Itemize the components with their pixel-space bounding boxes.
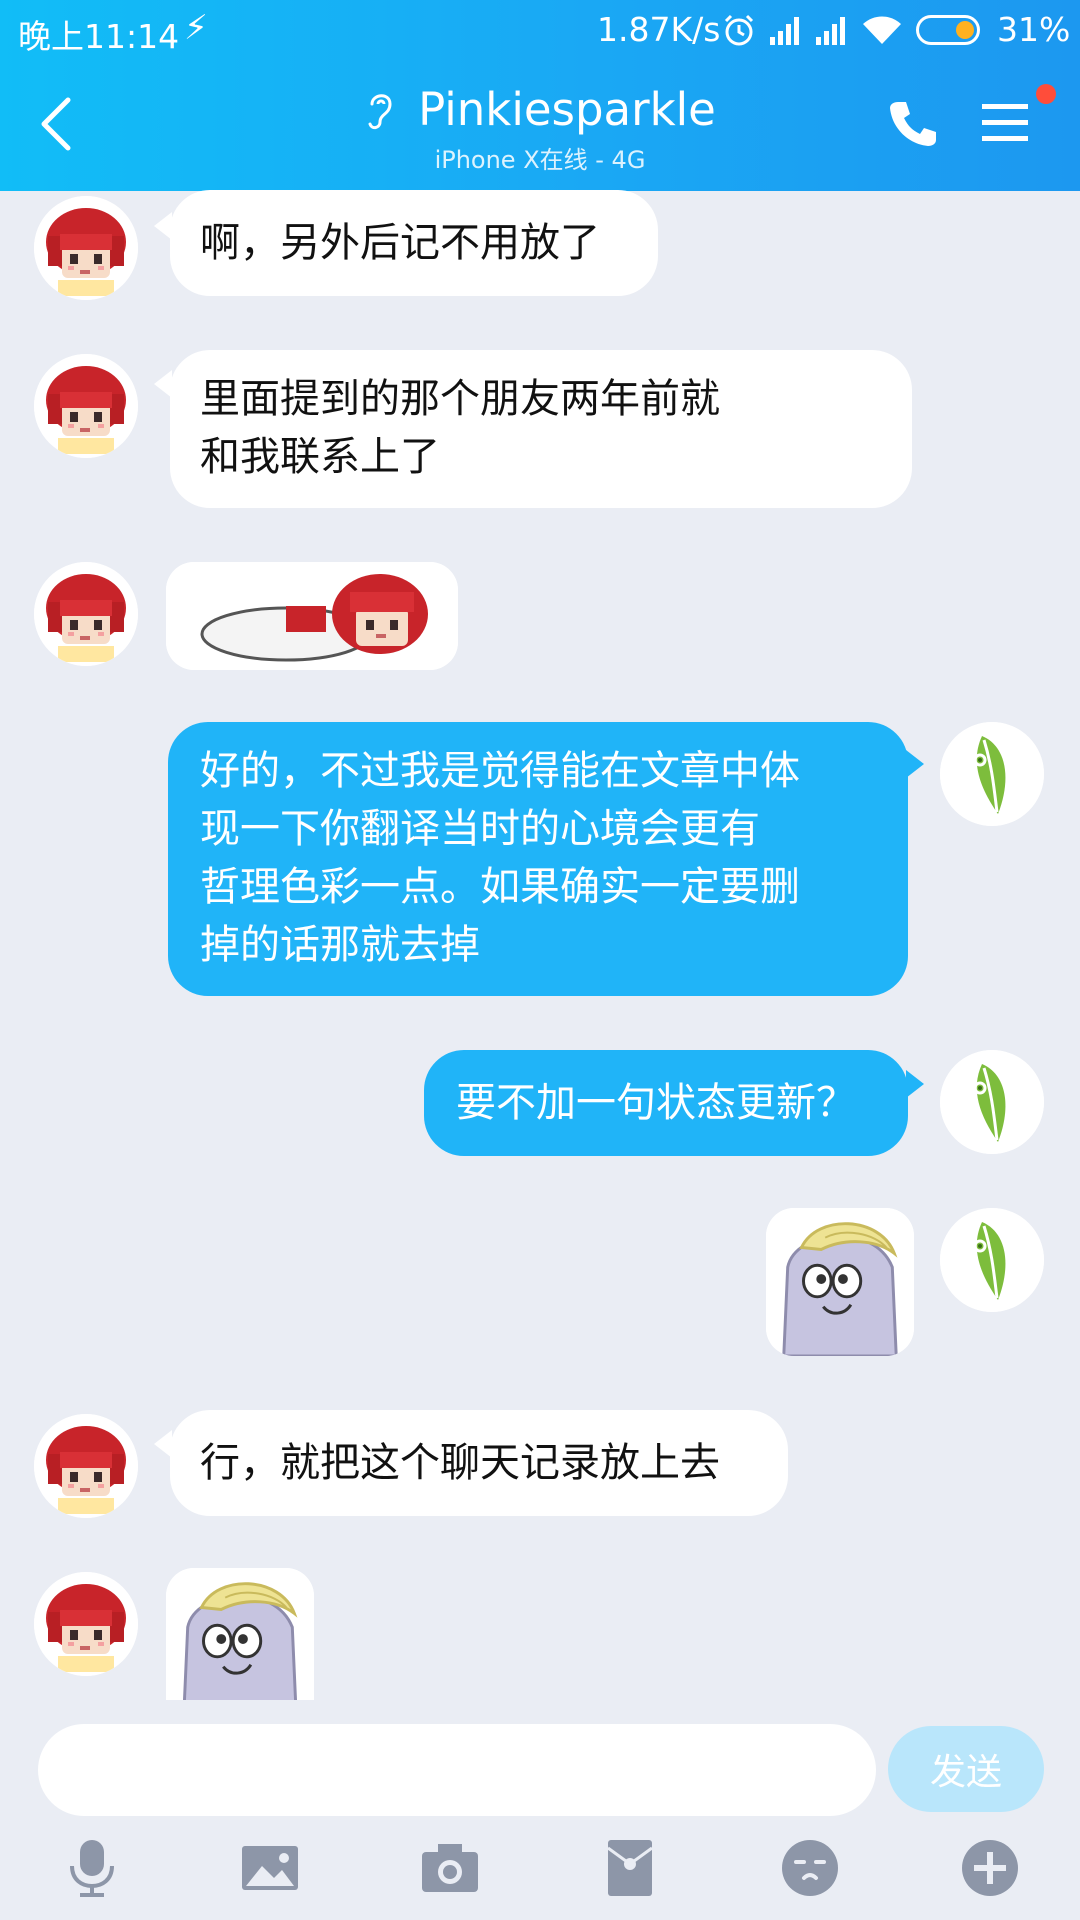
back-icon[interactable] <box>36 96 76 152</box>
emoji-icon[interactable] <box>780 1838 840 1898</box>
message-bubble[interactable]: 啊，另外后记不用放了 <box>170 190 658 296</box>
status-time: 晚上11:14 <box>18 17 180 56</box>
pony-face-sticker[interactable] <box>166 1568 314 1700</box>
battery-icon <box>916 15 980 45</box>
signal-icon <box>770 17 799 45</box>
battery-percent: 31% <box>997 10 1071 49</box>
contact-avatar[interactable] <box>34 196 138 300</box>
message-text: 要不加一句状态更新？ <box>456 1080 856 1126</box>
my-avatar[interactable] <box>940 722 1044 826</box>
message-text-line: 掉的话那就去掉 <box>200 922 480 968</box>
alarm-icon <box>724 14 754 46</box>
message-text: 啊，另外后记不用放了 <box>200 220 600 266</box>
contact-name: Pinkiesparkle <box>418 83 716 136</box>
message-bubble[interactable]: 要不加一句状态更新？ <box>424 1050 908 1156</box>
message-text-line: 好的，不过我是觉得能在文章中体 <box>200 748 800 794</box>
status-bar: 晚上11:14 ⚡ 1.87K/s 31% <box>0 0 1080 62</box>
plus-icon[interactable] <box>960 1838 1020 1898</box>
notification-badge <box>1036 84 1056 104</box>
message-input[interactable] <box>38 1724 876 1816</box>
contact-avatar[interactable] <box>34 354 138 458</box>
message-bubble[interactable]: 行，就把这个聊天记录放上去 <box>170 1410 788 1516</box>
contact-avatar[interactable] <box>34 562 138 666</box>
network-speed: 1.87K/s <box>597 10 721 49</box>
camera-icon[interactable] <box>420 1838 480 1898</box>
lightning-icon: ⚡ <box>184 8 208 48</box>
menu-icon[interactable] <box>980 100 1030 146</box>
image-icon[interactable] <box>240 1838 300 1898</box>
my-avatar[interactable] <box>940 1208 1044 1312</box>
contact-avatar[interactable] <box>34 1414 138 1518</box>
bubble-tail <box>906 1070 924 1098</box>
chat-title-block[interactable]: Pinkiesparkle iPhone X在线 - 4G <box>240 84 840 175</box>
message-text-line: 里面提到的那个朋友两年前就 <box>200 376 720 422</box>
microphone-icon[interactable] <box>62 1838 122 1898</box>
message-bubble[interactable]: 好的，不过我是觉得能在文章中体 现一下你翻译当时的心境会更有 哲理色彩一点。如果… <box>168 722 908 996</box>
red-packet-icon[interactable] <box>600 1838 660 1898</box>
bubble-tail <box>906 750 924 778</box>
message-text-line: 和我联系上了 <box>200 434 440 480</box>
pony-face-sticker[interactable] <box>766 1208 914 1356</box>
chat-header: 晚上11:14 ⚡ 1.87K/s 31% Pinkiesparkle iPho… <box>0 0 1080 191</box>
message-text-line: 哲理色彩一点。如果确实一定要删 <box>200 864 800 910</box>
wifi-icon <box>863 16 901 44</box>
ear-icon <box>368 94 392 130</box>
contact-status: iPhone X在线 - 4G <box>434 146 646 174</box>
red-hair-girl-lying-sticker[interactable] <box>166 562 458 670</box>
phone-icon[interactable] <box>888 98 938 148</box>
message-bubble[interactable]: 里面提到的那个朋友两年前就 和我联系上了 <box>170 350 912 508</box>
signal-icon <box>816 17 845 45</box>
send-button[interactable]: 发送 <box>888 1726 1044 1812</box>
status-icons <box>722 12 994 48</box>
my-avatar[interactable] <box>940 1050 1044 1154</box>
message-text-line: 现一下你翻译当时的心境会更有 <box>200 806 760 852</box>
contact-avatar[interactable] <box>34 1572 138 1676</box>
message-text: 行，就把这个聊天记录放上去 <box>200 1440 720 1486</box>
